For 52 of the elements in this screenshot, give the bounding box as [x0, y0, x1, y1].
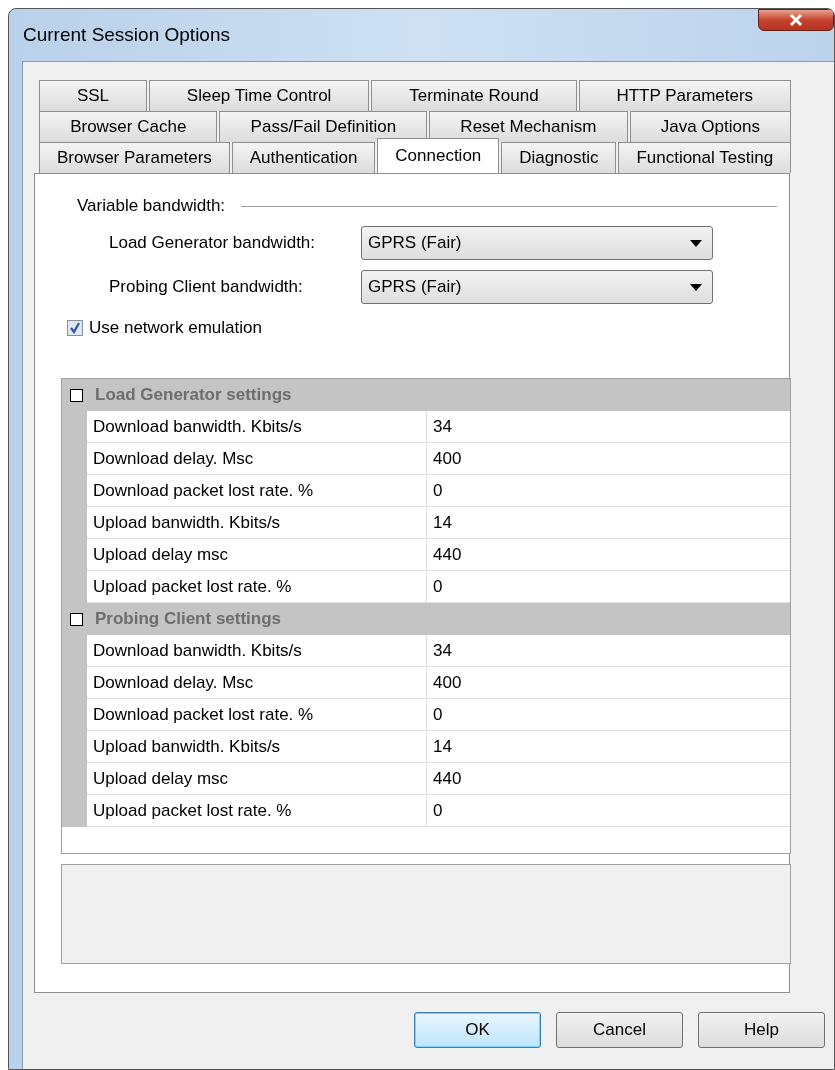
bandwidth-dropdown[interactable]: GPRS (Fair) [361, 226, 713, 260]
property-name: Upload banwidth. Kbits/s [87, 507, 427, 539]
window-title: Current Session Options [23, 24, 230, 46]
field-label: Load Generator bandwidth: [109, 233, 317, 253]
tab[interactable]: Connection [377, 138, 500, 173]
tab[interactable]: Diagnostic [501, 142, 617, 173]
property-value[interactable]: 440 [427, 539, 790, 571]
property-value[interactable]: 400 [427, 443, 790, 475]
property-name: Download delay. Msc [87, 667, 427, 699]
property-value[interactable]: 400 [427, 667, 790, 699]
property-name: Upload packet lost rate. % [87, 795, 427, 827]
property-name: Download banwidth. Kbits/s [87, 635, 427, 667]
property-name: Download packet lost rate. % [87, 699, 427, 731]
dialog-button[interactable]: Cancel [556, 1012, 683, 1048]
property-name: Download banwidth. Kbits/s [87, 411, 427, 443]
property-name: Upload banwidth. Kbits/s [87, 731, 427, 763]
property-value[interactable]: 14 [427, 507, 790, 539]
dropdown-arrow-icon [690, 239, 702, 247]
close-button[interactable] [758, 9, 834, 31]
property-value[interactable]: 14 [427, 731, 790, 763]
property-name: Upload delay msc [87, 539, 427, 571]
tab[interactable]: Pass/Fail Definition [219, 111, 428, 142]
tab[interactable]: HTTP Parameters [578, 80, 791, 111]
property-value[interactable]: 0 [427, 475, 790, 507]
dropdown-arrow-icon [690, 283, 702, 291]
collapse-toggle-icon[interactable] [70, 388, 83, 402]
tab[interactable]: Authentication [231, 142, 376, 173]
bandwidth-dropdown[interactable]: GPRS (Fair) [361, 270, 713, 304]
property-value[interactable]: 440 [427, 763, 790, 795]
tab[interactable]: Reset Mechanism [429, 111, 628, 142]
property-value[interactable]: 0 [427, 795, 790, 827]
close-icon [788, 13, 804, 27]
group-heading: Variable bandwidth: [77, 196, 226, 216]
tab[interactable]: Sleep Time Control [148, 80, 370, 111]
collapse-toggle-icon[interactable] [70, 612, 83, 626]
property-name: Upload delay msc [87, 763, 427, 795]
tab[interactable]: Browser Cache [39, 111, 218, 142]
tab[interactable]: Browser Parameters [39, 142, 230, 173]
property-value[interactable]: 0 [427, 699, 790, 731]
dialog-button[interactable]: Help [698, 1012, 825, 1048]
property-name: Download delay. Msc [87, 443, 427, 475]
property-value[interactable]: 34 [427, 411, 790, 443]
checkbox-label: Use network emulation [89, 318, 262, 338]
property-value[interactable]: 34 [427, 635, 790, 667]
tab[interactable]: Terminate Round [371, 80, 577, 111]
property-name: Download packet lost rate. % [87, 475, 427, 507]
checkbox[interactable] [67, 320, 83, 336]
tab[interactable]: Functional Testing [618, 142, 791, 173]
tab[interactable]: Java Options [629, 111, 792, 142]
field-label: Probing Client bandwidth: [109, 277, 304, 297]
tab[interactable]: SSL [39, 80, 147, 111]
dialog-button[interactable]: OK [414, 1012, 541, 1048]
